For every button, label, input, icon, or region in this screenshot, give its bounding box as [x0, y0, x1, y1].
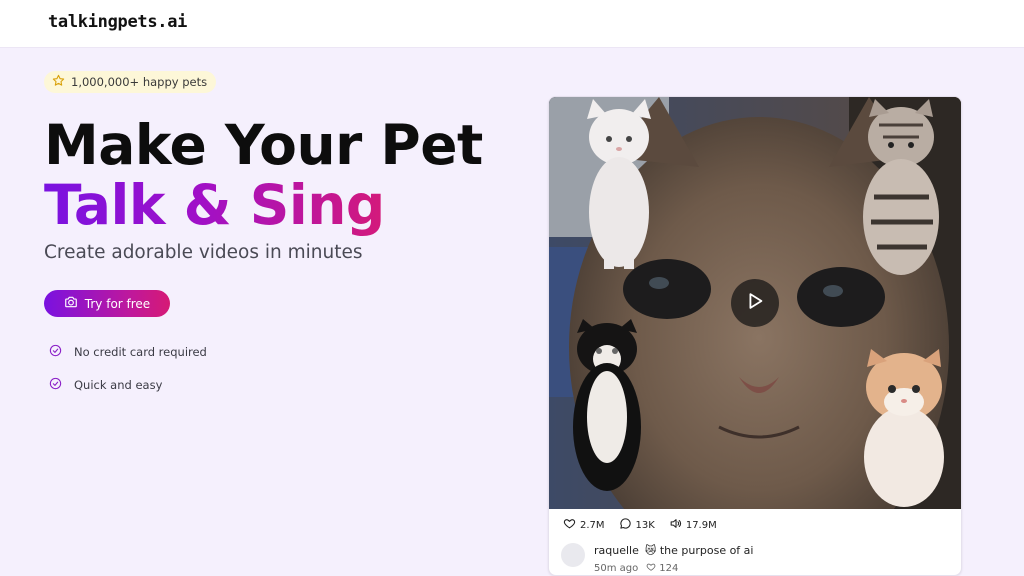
comment-like-count: 124 — [659, 563, 679, 574]
hero-subtitle: Create adorable videos in minutes — [44, 242, 363, 263]
check-circle-icon — [49, 377, 62, 393]
star-icon — [52, 74, 65, 90]
try-for-free-button[interactable]: Try for free — [44, 290, 170, 317]
heart-icon — [563, 517, 576, 533]
site-logo[interactable]: talkingpets.ai — [48, 12, 187, 32]
comments-stat[interactable]: 13K — [619, 517, 655, 533]
feature-item: Quick and easy — [49, 377, 162, 393]
comments-count: 13K — [635, 519, 655, 531]
avatar — [561, 543, 585, 567]
comment-icon — [619, 517, 632, 533]
comment-time: 50m ago — [594, 563, 639, 574]
likes-stat[interactable]: 2.7M — [563, 517, 605, 533]
top-navigation-bar: talkingpets.ai — [0, 0, 1024, 48]
feature-text: Quick and easy — [74, 378, 163, 392]
comment-text-row: raquelle 😿 the purpose of ai — [594, 544, 753, 557]
comment-like[interactable]: 124 — [646, 562, 678, 575]
happy-pets-badge: 1,000,000+ happy pets — [44, 71, 217, 93]
video-player[interactable] — [549, 97, 961, 509]
feature-text: No credit card required — [74, 345, 207, 359]
play-button[interactable] — [731, 279, 779, 327]
comment-username[interactable]: raquelle — [594, 544, 639, 557]
comment-meta: 50m ago 124 — [594, 562, 678, 575]
cta-label: Try for free — [84, 296, 151, 311]
volume-icon — [669, 517, 682, 533]
hero-title-line2: Talk & Sing — [44, 173, 385, 237]
heart-icon — [646, 562, 656, 575]
feature-item: No credit card required — [49, 344, 207, 360]
views-stat[interactable]: 17.9M — [669, 517, 717, 533]
comment-body: the purpose of ai — [659, 544, 754, 557]
video-card: 2.7M 13K 17.9M raquelle 😿 the purpose of … — [548, 96, 962, 576]
comment-emoji: 😿 — [644, 544, 657, 557]
likes-count: 2.7M — [580, 519, 605, 531]
check-circle-icon — [49, 344, 62, 360]
camera-icon — [64, 295, 78, 312]
badge-text: 1,000,000+ happy pets — [71, 75, 208, 89]
play-icon — [744, 290, 766, 316]
views-count: 17.9M — [685, 519, 717, 531]
hero-title-line1: Make Your Pet — [44, 113, 483, 177]
video-stats: 2.7M 13K 17.9M — [563, 517, 717, 533]
